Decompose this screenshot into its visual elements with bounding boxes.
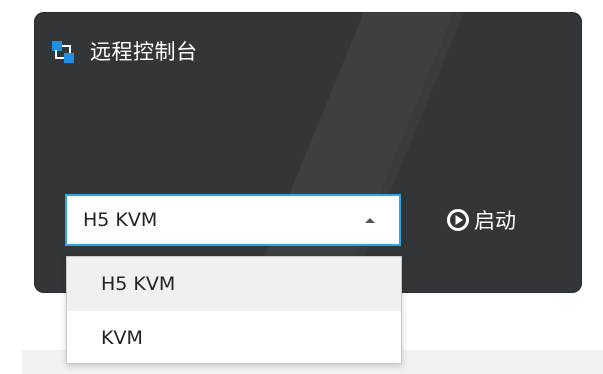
play-circle-icon [447, 209, 469, 231]
select-value: H5 KVM [83, 209, 158, 231]
dropdown-option-kvm[interactable]: KVM [67, 311, 401, 365]
caret-up-icon [365, 218, 375, 223]
remote-console-icon [52, 41, 74, 63]
console-type-dropdown-menu: H5 KVM KVM [66, 256, 402, 364]
console-type-select[interactable]: H5 KVM [65, 194, 401, 246]
launch-button-label: 启动 [474, 209, 516, 233]
page: 远程控制台 启动 H5 KVM H5 KVM KVM [0, 0, 603, 374]
card-header: 远程控制台 [52, 38, 198, 66]
card-title: 远程控制台 [90, 40, 198, 64]
remote-console-card: 远程控制台 启动 [34, 12, 582, 293]
dropdown-option-h5-kvm[interactable]: H5 KVM [67, 257, 401, 311]
launch-button[interactable]: 启动 [446, 204, 516, 236]
